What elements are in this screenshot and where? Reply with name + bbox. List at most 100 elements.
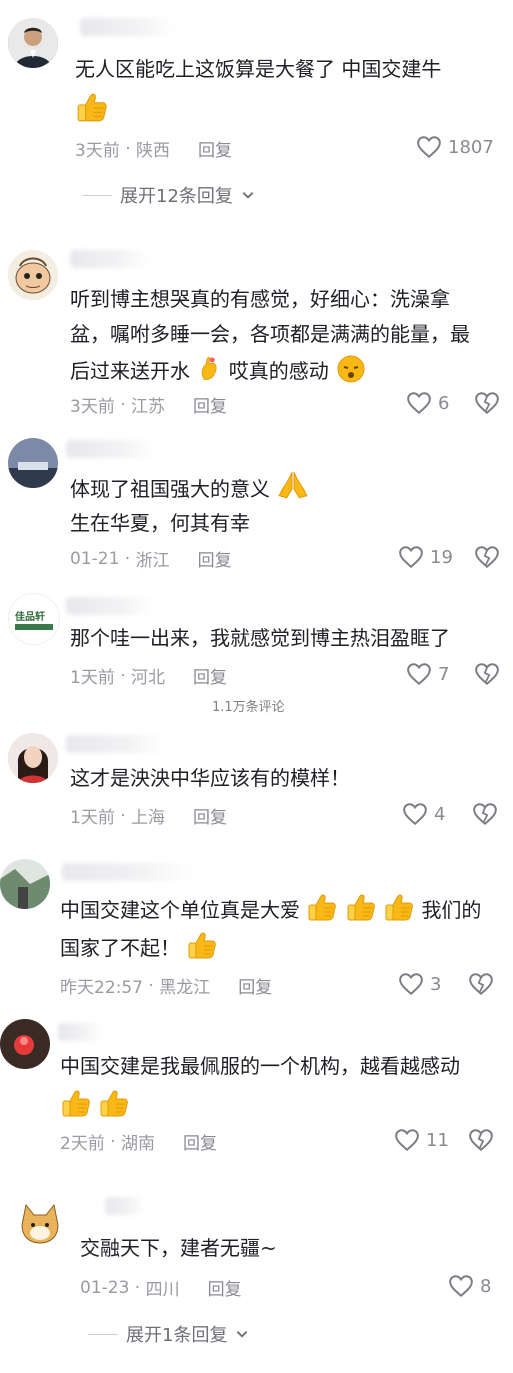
username-blurred[interactable]: [105, 1197, 145, 1215]
dislike-heart-icon[interactable]: [468, 971, 494, 997]
meta-dot: ·: [114, 394, 132, 415]
like-button[interactable]: 7: [406, 661, 449, 687]
reply-button[interactable]: 回复: [198, 136, 232, 161]
comment-location: 河北: [131, 668, 166, 688]
comment-text: 中国交建是我最佩服的一个机构，越看越感动: [60, 1049, 460, 1084]
comment-location: 上海: [131, 808, 166, 828]
like-button[interactable]: 1807: [416, 134, 494, 160]
avatar[interactable]: [0, 859, 50, 909]
heart-icon: [448, 1273, 474, 1299]
reply-button[interactable]: 回复: [183, 1129, 217, 1154]
reply-button[interactable]: 回复: [198, 546, 232, 571]
comment-item: 无人区能吃上这饭算是大餐了 中国交建牛 3天前 · 陕西 回复 1807 展开1…: [0, 0, 513, 230]
expand-replies-button[interactable]: 展开1条回复: [88, 1321, 249, 1347]
dislike-heart-icon[interactable]: [474, 390, 500, 416]
comment-text-line: 中国交建这个单位真是大爱: [60, 898, 300, 922]
comment-text-line: 盆，嘱咐多睡一会，各项都是满满的能量，最: [70, 322, 470, 346]
meta-dot: ·: [129, 1277, 146, 1298]
heart-icon: [394, 1127, 420, 1153]
comment-item: 体现了祖国强大的意义 生在华夏，何其有幸 01-21 · 浙江 回复 19: [0, 430, 513, 580]
username-blurred[interactable]: [70, 250, 150, 268]
comment-text: [75, 90, 109, 129]
avatar[interactable]: 佳品轩: [8, 593, 60, 645]
heart-icon: [406, 661, 432, 687]
comment-text: 听到博主想哭真的有感觉，好细心：洗澡拿: [70, 282, 450, 317]
like-button[interactable]: 3: [398, 971, 441, 997]
heart-icon: [398, 544, 424, 570]
comment-text-line: 无人区能吃上这饭算是大餐了 中国交建牛: [75, 57, 442, 81]
comment-text-line: 国家了不起！: [60, 936, 180, 960]
avatar[interactable]: [8, 18, 58, 68]
username-blurred[interactable]: [66, 440, 156, 458]
avatar[interactable]: [12, 1195, 68, 1251]
like-count: 7: [438, 663, 450, 685]
comment-meta: 01-21 · 浙江 回复: [70, 546, 232, 572]
like-button[interactable]: 6: [406, 390, 449, 416]
dislike-heart-icon[interactable]: [468, 1127, 494, 1153]
avatar-image: [8, 18, 58, 68]
comment-time: 1天前: [70, 668, 115, 688]
expand-replies-label: 展开12条回复: [120, 186, 233, 207]
dislike-heart-icon[interactable]: [474, 544, 500, 570]
username-blurred[interactable]: [80, 18, 175, 36]
comment-location: 黑龙江: [159, 978, 211, 998]
avatar-badge-text: 佳品轩: [15, 612, 45, 623]
comment-text-line: 生在华夏，何其有幸: [70, 511, 250, 535]
comment-text-line: 中国交建是我最佩服的一个机构，越看越感动: [60, 1054, 460, 1078]
like-count: 1807: [448, 136, 494, 158]
like-button[interactable]: 8: [448, 1273, 491, 1299]
username-blurred[interactable]: [58, 1023, 102, 1041]
comment-text: 交融天下，建者无疆~: [80, 1231, 277, 1266]
comment-count-overlay: 1.1万条评论: [212, 700, 285, 715]
heart-icon: [402, 801, 428, 827]
dislike-heart-icon[interactable]: [474, 661, 500, 687]
divider-line: [82, 194, 112, 196]
comment-text: 中国交建这个单位真是大爱 我们的: [60, 891, 481, 928]
comment-text-line: 听到博主想哭真的有感觉，好细心：洗澡拿: [70, 287, 450, 311]
reply-button[interactable]: 回复: [193, 803, 227, 828]
expand-replies-button[interactable]: 展开12条回复: [82, 182, 255, 208]
chevron-down-icon: [235, 1327, 249, 1341]
comment-time: 3天前: [70, 397, 115, 417]
username-blurred[interactable]: [62, 863, 192, 881]
comment-meta: 2天前 · 湖南 回复: [60, 1129, 217, 1155]
avatar[interactable]: [8, 250, 58, 300]
thumbs-up-emoji: [383, 891, 415, 923]
avatar-image: [8, 438, 58, 488]
touched-face-emoji: [337, 355, 365, 383]
comment-text: 生在华夏，何其有幸: [70, 506, 250, 541]
avatar[interactable]: [0, 1019, 50, 1069]
comment-text-line: 那个哇一出来，我就感觉到博主热泪盈眶了: [70, 626, 450, 650]
heart-icon: [398, 971, 424, 997]
comment-text-line: 后过来送开水: [70, 359, 190, 383]
meta-dot: ·: [104, 1131, 122, 1152]
comment-text-line: 交融天下，建者无疆~: [80, 1236, 277, 1260]
comment-text-line: 哎真的感动: [228, 359, 329, 383]
comment-meta: 3天前 · 江苏 回复: [70, 392, 227, 418]
username-blurred[interactable]: [66, 597, 154, 615]
comment-text: [60, 1087, 130, 1124]
like-button[interactable]: 19: [398, 544, 453, 570]
username-blurred[interactable]: [66, 735, 166, 753]
comment-text: 无人区能吃上这饭算是大餐了 中国交建牛: [75, 52, 441, 87]
comment-text: 盆，嘱咐多睡一会，各项都是满满的能量，最: [70, 317, 470, 352]
comment-text-line: 这才是泱泱中华应该有的模样！: [70, 766, 350, 790]
avatar[interactable]: [8, 438, 58, 488]
like-count: 8: [480, 1275, 492, 1297]
comment-time: 2天前: [60, 1134, 105, 1154]
comment-meta: 1天前 · 河北 回复: [70, 663, 227, 689]
like-count: 11: [426, 1129, 449, 1151]
avatar-image: [8, 733, 58, 783]
comment-text: 后过来送开水 哎真的感动: [70, 352, 367, 389]
avatar-image: [0, 859, 50, 909]
like-button[interactable]: 11: [394, 1127, 449, 1153]
reply-button[interactable]: 回复: [238, 973, 272, 998]
reply-button[interactable]: 回复: [193, 663, 227, 688]
reply-button[interactable]: 回复: [208, 1275, 242, 1300]
reply-button[interactable]: 回复: [193, 392, 227, 417]
avatar-image: [8, 250, 58, 300]
comment-item: 这才是泱泱中华应该有的模样！ 1天前 · 上海 回复 4: [0, 725, 513, 835]
like-button[interactable]: 4: [402, 801, 445, 827]
dislike-heart-icon[interactable]: [472, 801, 498, 827]
avatar[interactable]: [8, 733, 58, 783]
